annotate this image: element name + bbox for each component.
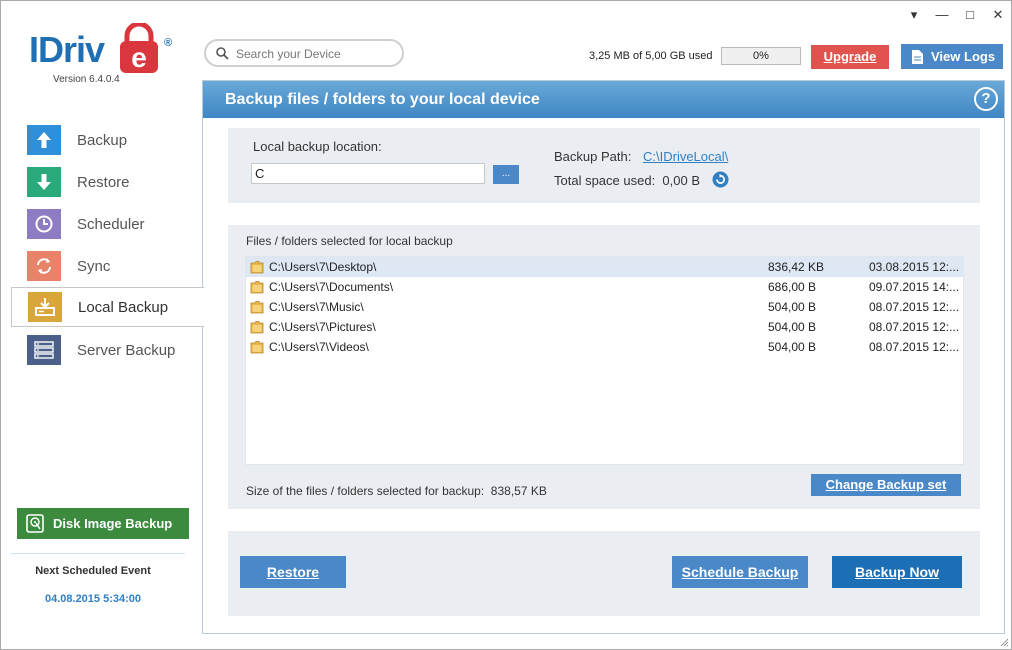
change-backup-set-button[interactable]: Change Backup set bbox=[811, 474, 961, 496]
view-logs-label: View Logs bbox=[931, 49, 996, 64]
app-window: ▾ — □ ✕ IDriv e ® Version 6.4.0.4 3,25 M… bbox=[0, 0, 1012, 650]
sidebar-item-server-backup[interactable]: Server Backup bbox=[11, 330, 203, 370]
storage-usage-text: 3,25 MB of 5,00 GB used bbox=[589, 50, 713, 62]
search-input[interactable] bbox=[236, 45, 396, 62]
sidebar-item-label: Sync bbox=[77, 257, 111, 275]
sidebar-item-local-backup[interactable]: Local Backup bbox=[11, 287, 204, 327]
folder-icon bbox=[250, 321, 264, 334]
sidebar-item-scheduler[interactable]: Scheduler bbox=[11, 204, 203, 244]
schedule-backup-button[interactable]: Schedule Backup bbox=[672, 556, 808, 588]
registered-mark: ® bbox=[164, 37, 173, 49]
file-path: C:\Users\7\Music\ bbox=[269, 300, 364, 314]
file-path: C:\Users\7\Pictures\ bbox=[269, 320, 376, 334]
search-icon bbox=[216, 47, 229, 60]
next-scheduled-event-label: Next Scheduled Event bbox=[35, 565, 151, 577]
action-bar: Restore Schedule Backup Backup Now bbox=[228, 531, 980, 616]
sidebar-item-label: Local Backup bbox=[78, 298, 169, 316]
window-controls: ▾ — □ ✕ bbox=[907, 7, 1005, 23]
local-drive-icon bbox=[28, 292, 62, 322]
total-space-label: Total space used: bbox=[554, 173, 656, 188]
file-date: 09.07.2015 14:... bbox=[869, 280, 960, 294]
backup-path-label: Backup Path: bbox=[554, 149, 632, 164]
file-path: C:\Users\7\Videos\ bbox=[269, 340, 369, 354]
selected-size-text: Size of the files / folders selected for… bbox=[246, 484, 547, 498]
list-item[interactable]: C:\Users\7\Documents\ 686,00 B 09.07.201… bbox=[246, 277, 963, 297]
list-item[interactable]: C:\Users\7\Music\ 504,00 B 08.07.2015 12… bbox=[246, 297, 963, 317]
list-item[interactable]: C:\Users\7\Videos\ 504,00 B 08.07.2015 1… bbox=[246, 337, 963, 357]
sidebar-item-sync[interactable]: Sync bbox=[11, 246, 203, 286]
page-title-bar: Backup files / folders to your local dev… bbox=[203, 81, 1004, 118]
menu-dropdown-icon[interactable]: ▾ bbox=[907, 7, 921, 23]
next-scheduled-event-time: 04.08.2015 5:34:00 bbox=[44, 593, 142, 605]
maximize-icon[interactable]: □ bbox=[963, 7, 977, 23]
view-logs-button[interactable]: View Logs bbox=[901, 44, 1003, 69]
sidebar-item-backup[interactable]: Backup bbox=[11, 120, 203, 160]
folder-icon bbox=[250, 281, 264, 294]
file-path: C:\Users\7\Documents\ bbox=[269, 280, 394, 294]
refresh-icon[interactable] bbox=[712, 171, 729, 188]
selected-files-list[interactable]: C:\Users\7\Desktop\ 836,42 KB 03.08.2015… bbox=[245, 256, 964, 465]
backup-now-button[interactable]: Backup Now bbox=[832, 556, 962, 588]
file-path: C:\Users\7\Desktop\ bbox=[269, 260, 377, 274]
disk-image-icon bbox=[26, 514, 44, 533]
file-date: 08.07.2015 12:... bbox=[869, 300, 960, 314]
logo-e-letter: e bbox=[131, 42, 147, 73]
upload-arrow-icon bbox=[27, 125, 61, 155]
sidebar-item-label: Scheduler bbox=[77, 215, 145, 233]
sync-icon bbox=[27, 251, 61, 281]
file-date: 08.07.2015 12:... bbox=[869, 320, 960, 334]
sidebar-item-label: Backup bbox=[77, 131, 128, 149]
restore-button[interactable]: Restore bbox=[240, 556, 346, 588]
sidebar-item-label: Server Backup bbox=[77, 341, 176, 359]
list-item[interactable]: C:\Users\7\Desktop\ 836,42 KB 03.08.2015… bbox=[246, 257, 963, 277]
backup-path-link[interactable]: C:\IDriveLocal\ bbox=[643, 149, 728, 164]
file-date: 03.08.2015 12:... bbox=[869, 260, 960, 274]
browse-button[interactable]: ... bbox=[493, 165, 519, 184]
folder-icon bbox=[250, 341, 264, 354]
file-size: 504,00 B bbox=[768, 300, 817, 314]
selected-files-section: Files / folders selected for local backu… bbox=[228, 225, 980, 509]
main-panel: Backup files / folders to your local dev… bbox=[202, 80, 1005, 634]
file-size: 504,00 B bbox=[768, 340, 817, 354]
help-icon[interactable]: ? bbox=[974, 87, 998, 111]
close-icon[interactable]: ✕ bbox=[991, 7, 1005, 23]
selected-size-value: 838,57 KB bbox=[490, 484, 547, 498]
clock-icon bbox=[27, 209, 61, 239]
list-item[interactable]: C:\Users\7\Pictures\ 504,00 B 08.07.2015… bbox=[246, 317, 963, 337]
total-space-value: 0,00 B bbox=[662, 173, 701, 188]
file-size: 686,00 B bbox=[768, 280, 817, 294]
local-backup-location-label: Local backup location: bbox=[253, 139, 382, 154]
selected-size-label: Size of the files / folders selected for… bbox=[246, 484, 485, 498]
disk-image-backup-button[interactable]: Disk Image Backup bbox=[17, 508, 189, 539]
local-backup-location-input[interactable] bbox=[251, 163, 485, 184]
local-location-section: Local backup location: ... Backup Path: … bbox=[228, 128, 980, 203]
logo-text: IDriv bbox=[29, 29, 105, 70]
version-label: Version 6.4.0.4 bbox=[53, 74, 120, 85]
logs-document-icon bbox=[912, 50, 923, 64]
storage-progress-bar: 0% bbox=[721, 47, 801, 65]
sidebar-item-label: Restore bbox=[77, 173, 130, 191]
folder-icon bbox=[250, 301, 264, 314]
folder-icon bbox=[250, 261, 264, 274]
storage-progress-label: 0% bbox=[753, 50, 769, 62]
sidebar-item-restore[interactable]: Restore bbox=[11, 162, 203, 202]
sidebar-divider bbox=[11, 553, 185, 554]
selected-files-title: Files / folders selected for local backu… bbox=[246, 234, 453, 248]
download-arrow-icon bbox=[27, 167, 61, 197]
search-box[interactable] bbox=[204, 39, 404, 67]
logo-lock-e-icon: e bbox=[120, 23, 158, 73]
total-space-used: Total space used: 0,00 B bbox=[554, 173, 700, 188]
resize-grip-icon[interactable] bbox=[999, 637, 1009, 647]
server-icon bbox=[27, 335, 61, 365]
file-size: 836,42 KB bbox=[768, 260, 825, 274]
disk-image-backup-label: Disk Image Backup bbox=[53, 516, 173, 531]
upgrade-button[interactable]: Upgrade bbox=[811, 45, 889, 69]
page-title: Backup files / folders to your local dev… bbox=[225, 91, 540, 108]
file-size: 504,00 B bbox=[768, 320, 817, 334]
file-date: 08.07.2015 12:... bbox=[869, 340, 960, 354]
minimize-icon[interactable]: — bbox=[935, 7, 949, 23]
